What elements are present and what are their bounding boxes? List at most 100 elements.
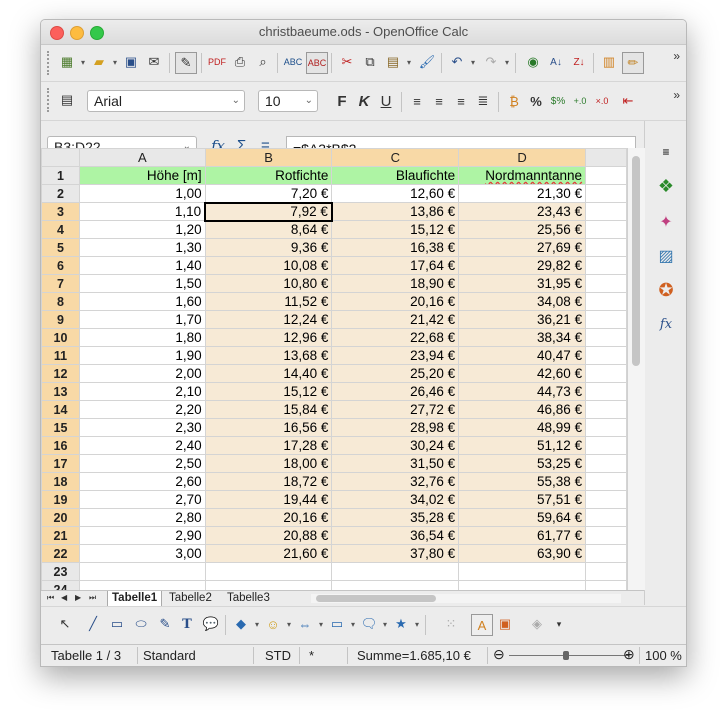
cell[interactable]: 1,10 (78, 202, 206, 221)
cell[interactable]: Nordmanntanne (458, 166, 587, 185)
cell[interactable]: 13,68 € (204, 346, 333, 365)
cell[interactable]: 17,28 € (204, 436, 333, 455)
cell[interactable]: 14,40 € (204, 364, 333, 383)
cell[interactable]: 1,00 (78, 184, 206, 203)
cell[interactable] (585, 382, 627, 401)
cell[interactable]: 30,24 € (331, 436, 460, 455)
status-zoom[interactable]: 100 % (645, 648, 682, 663)
cell[interactable] (585, 436, 627, 455)
cut-icon[interactable]: ✂ (337, 52, 357, 72)
navigator-icon[interactable]: ✪ (655, 279, 677, 301)
cell[interactable]: 20,88 € (204, 526, 333, 545)
row-header[interactable]: 16 (41, 436, 80, 455)
cell[interactable]: 27,69 € (458, 238, 587, 257)
horizontal-scroll-thumb[interactable] (316, 595, 436, 602)
cell[interactable]: 12,60 € (331, 184, 460, 203)
save-icon[interactable]: ▣ (121, 52, 141, 72)
cell[interactable]: 51,12 € (458, 436, 587, 455)
cell[interactable]: 2,90 (78, 526, 206, 545)
cell[interactable] (331, 562, 460, 581)
sheet-tab[interactable]: Tabelle2 (165, 591, 216, 606)
extrusion-icon[interactable]: ◈ (527, 614, 547, 634)
cell[interactable] (585, 364, 627, 383)
cell[interactable]: 1,30 (78, 238, 206, 257)
cell[interactable]: 19,44 € (204, 490, 333, 509)
basic-shapes-icon[interactable]: ◆ (231, 614, 259, 634)
navigator-icon[interactable]: ◉ (523, 52, 543, 72)
first-sheet-icon[interactable]: ⏮ (47, 593, 54, 603)
row-header[interactable]: 22 (41, 544, 80, 563)
cell[interactable] (585, 292, 627, 311)
stars-icon[interactable]: ★ (391, 614, 419, 634)
cell[interactable]: Blaufichte (331, 166, 460, 185)
cell[interactable]: 38,34 € (458, 328, 587, 347)
cell[interactable]: Rotfichte (204, 166, 333, 185)
cell[interactable]: 7,20 € (204, 184, 333, 203)
clone-format-icon[interactable]: 🖌 (417, 52, 437, 72)
more-tools-icon[interactable]: » (673, 88, 680, 102)
row-header[interactable]: 13 (41, 382, 80, 401)
properties-icon[interactable]: ❖ (655, 175, 677, 197)
cell[interactable]: 21,30 € (458, 184, 587, 203)
row-header[interactable]: 9 (41, 310, 80, 329)
cell[interactable]: 2,40 (78, 436, 206, 455)
cell[interactable]: 8,64 € (204, 220, 333, 239)
from-file-icon[interactable]: ▣ (495, 614, 515, 634)
justify-icon[interactable]: ≣ (473, 91, 493, 111)
cell[interactable]: 21,60 € (204, 544, 333, 563)
print-icon[interactable]: ⎙ (230, 52, 250, 72)
cell[interactable]: 20,16 € (331, 292, 460, 311)
cell[interactable]: 12,96 € (204, 328, 333, 347)
cell[interactable]: 16,56 € (204, 418, 333, 437)
cell[interactable]: 25,20 € (331, 364, 460, 383)
cell[interactable]: 15,12 € (204, 382, 333, 401)
number-format-icon[interactable]: $% (548, 91, 568, 111)
zoom-slider-knob[interactable] (563, 651, 569, 660)
cell[interactable]: 42,60 € (458, 364, 587, 383)
cell[interactable]: 2,50 (78, 454, 206, 473)
cell[interactable] (585, 346, 627, 365)
cell[interactable]: 34,02 € (331, 490, 460, 509)
row-header[interactable]: 7 (41, 274, 80, 293)
cell[interactable]: 48,99 € (458, 418, 587, 437)
autospellcheck-icon[interactable]: ABC (306, 52, 328, 74)
row-header[interactable]: 11 (41, 346, 80, 365)
row-header[interactable]: 24 (41, 580, 80, 590)
show-draw-icon[interactable]: ✏ (622, 52, 644, 74)
cell[interactable]: Höhe [m] (78, 166, 206, 185)
row-header[interactable]: 19 (41, 490, 80, 509)
cell[interactable] (204, 562, 333, 581)
cell[interactable]: 1,40 (78, 256, 206, 275)
cell[interactable]: 3,00 (78, 544, 206, 563)
cell[interactable] (585, 184, 627, 203)
column-header-empty[interactable] (585, 148, 627, 167)
cell[interactable]: 1,80 (78, 328, 206, 347)
row-header[interactable]: 6 (41, 256, 80, 275)
cell[interactable] (585, 490, 627, 509)
zoom-slider[interactable] (509, 655, 629, 656)
cell[interactable]: 55,38 € (458, 472, 587, 491)
cell[interactable]: 7,92 € (204, 201, 333, 222)
row-header[interactable]: 23 (41, 562, 80, 581)
cell[interactable]: 9,36 € (204, 238, 333, 257)
percent-icon[interactable]: % (526, 91, 546, 111)
chevron-down-icon[interactable]: ⌄ (305, 91, 313, 111)
row-header[interactable]: 18 (41, 472, 80, 491)
cell[interactable]: 46,86 € (458, 400, 587, 419)
export-pdf-icon[interactable]: PDF (207, 52, 227, 72)
underline-icon[interactable]: U (376, 91, 396, 111)
decrease-indent-icon[interactable]: ⇤ (618, 91, 638, 111)
row-header[interactable]: 21 (41, 526, 80, 545)
cell[interactable] (585, 202, 627, 221)
row-header[interactable]: 3 (41, 202, 80, 221)
cell[interactable]: 15,84 € (204, 400, 333, 419)
row-header[interactable]: 8 (41, 292, 80, 311)
cell[interactable] (585, 454, 627, 473)
cell[interactable]: 1,60 (78, 292, 206, 311)
callouts-icon[interactable]: 🗨 (359, 614, 387, 634)
cell[interactable]: 1,20 (78, 220, 206, 239)
cell[interactable]: 32,76 € (331, 472, 460, 491)
cell[interactable] (585, 508, 627, 527)
row-header[interactable]: 14 (41, 400, 80, 419)
cell[interactable]: 26,46 € (331, 382, 460, 401)
